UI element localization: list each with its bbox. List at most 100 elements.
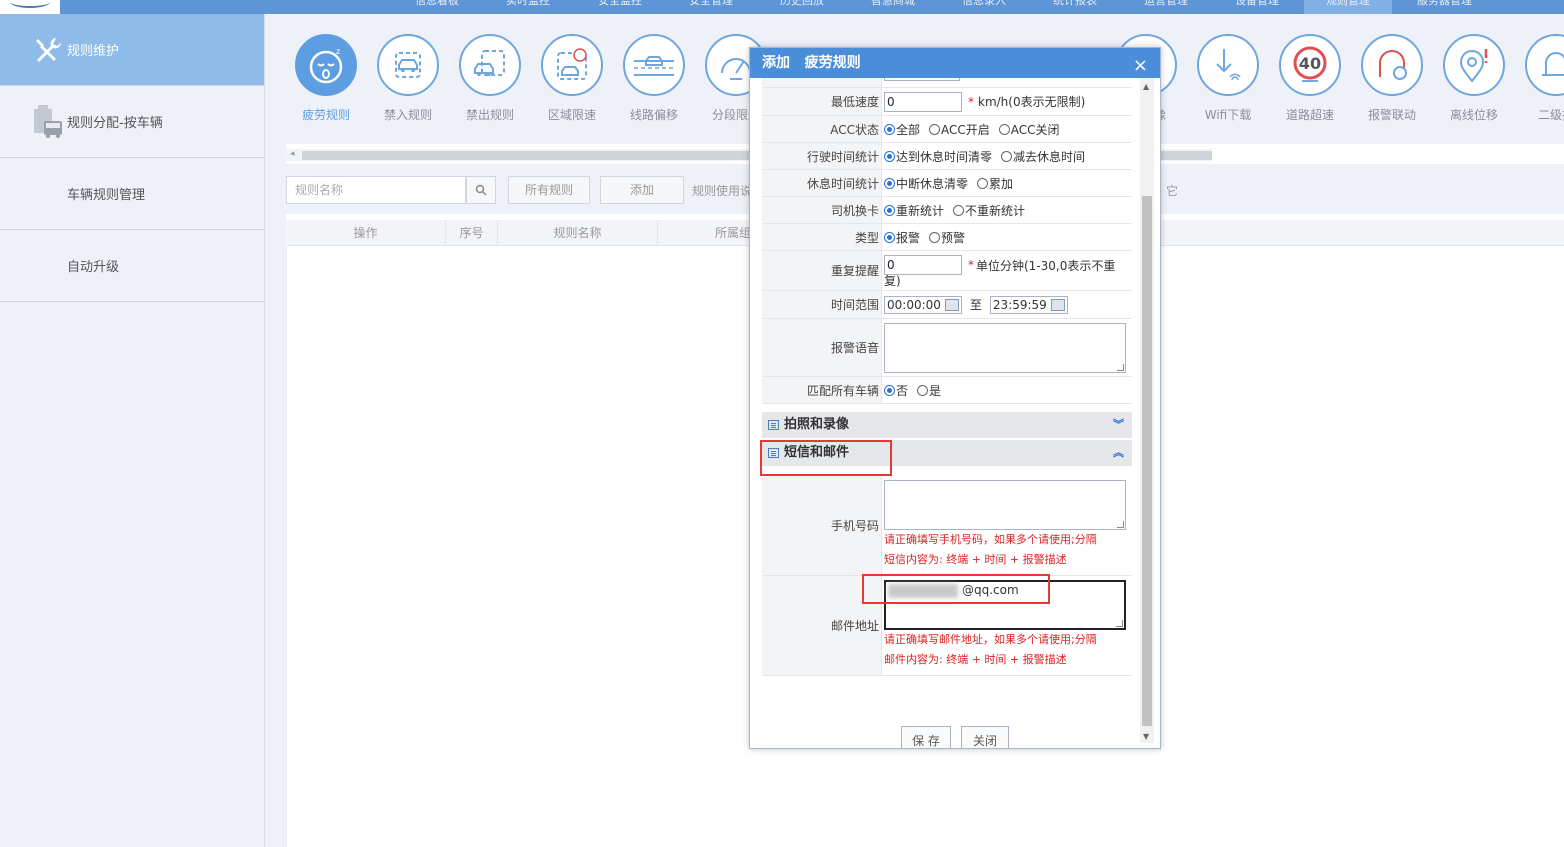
acc-off-radio[interactable]: ACC关闭 bbox=[998, 121, 1060, 138]
nav-item[interactable]: 历史回放 bbox=[780, 0, 824, 8]
nav-item[interactable]: 设备管理 bbox=[1235, 0, 1279, 8]
resize-grip-icon[interactable] bbox=[1116, 620, 1123, 627]
scroll-left-icon[interactable]: ◂ bbox=[290, 149, 295, 159]
add-button[interactable]: 添加 bbox=[600, 176, 684, 204]
scroll-thumb[interactable] bbox=[1142, 196, 1152, 726]
nav-item[interactable]: 安全监控 bbox=[598, 0, 642, 8]
driver-card-label: 司机换卡 bbox=[762, 197, 882, 223]
radio[interactable] bbox=[977, 177, 989, 189]
match-all-no-radio[interactable]: 否 bbox=[884, 382, 908, 399]
dialog-title-bar: 添加 疲劳规则 × bbox=[750, 48, 1160, 78]
tool-area-speed-limit[interactable]: 区域限速 bbox=[537, 34, 607, 123]
nav-item[interactable]: 智慧商城 bbox=[871, 0, 915, 8]
radio[interactable] bbox=[953, 204, 965, 216]
repeat-reminder-hint-cont: 复) bbox=[884, 274, 901, 288]
save-button[interactable]: 保 存 bbox=[901, 726, 951, 748]
search-button[interactable] bbox=[466, 176, 496, 204]
radio[interactable] bbox=[929, 123, 941, 135]
radio[interactable] bbox=[917, 384, 929, 396]
acc-on-radio[interactable]: ACC开启 bbox=[929, 121, 990, 138]
radio-label: ACC关闭 bbox=[1010, 122, 1060, 137]
radio[interactable] bbox=[1001, 150, 1013, 162]
scroll-up-icon[interactable]: ▲ bbox=[1143, 82, 1149, 91]
card-no-recount-radio[interactable]: 不重新统计 bbox=[953, 202, 1025, 219]
tool-fatigue-rule[interactable]: z 疲劳规则 bbox=[291, 34, 361, 123]
drive-stat-reset-radio[interactable]: 达到休息时间清零 bbox=[884, 148, 992, 165]
nav-item[interactable]: 信息看板 bbox=[415, 0, 459, 8]
radio-checked[interactable] bbox=[884, 231, 895, 243]
close-icon[interactable]: × bbox=[1133, 51, 1148, 81]
nav-item[interactable]: 信息录入 bbox=[962, 0, 1006, 8]
calendar-icon[interactable] bbox=[944, 298, 959, 311]
expand-chevron-icon[interactable]: ︾ bbox=[1113, 412, 1124, 438]
rule-usage-link[interactable]: 规则使用说 bbox=[692, 182, 752, 199]
min-speed-input[interactable]: 0 bbox=[884, 91, 962, 112]
repeat-reminder-input[interactable]: 0 bbox=[884, 255, 962, 275]
resize-grip-icon[interactable] bbox=[1117, 521, 1124, 528]
form-row-alarm-voice: 报警语音 bbox=[762, 319, 1132, 377]
resize-grip-icon[interactable] bbox=[1117, 363, 1124, 371]
radio-label: 累加 bbox=[989, 176, 1014, 191]
form-row-rest-time-stat: 休息时间统计 中断休息清零 累加 bbox=[762, 170, 1132, 197]
radio-checked[interactable] bbox=[884, 123, 895, 135]
sidebar-item-auto-upgrade[interactable]: 自动升级 bbox=[0, 230, 264, 302]
sidebar-item-vehicle-rule-management[interactable]: 车辆规则管理 bbox=[0, 158, 264, 230]
end-time-input[interactable]: 23:59:59 bbox=[989, 295, 1068, 314]
email-content-hint: 邮件内容为: 终端 + 时间 + 报警描述 bbox=[884, 653, 1067, 666]
radio-checked[interactable] bbox=[884, 177, 895, 189]
bus-document-icon bbox=[34, 104, 62, 138]
end-time-value: 23:59:59 bbox=[992, 297, 1047, 312]
radio-checked[interactable] bbox=[884, 384, 895, 396]
tool-no-exit-rule[interactable]: 禁出规则 bbox=[455, 34, 525, 123]
other-link[interactable]: 它 bbox=[1166, 182, 1178, 199]
section-photo-video[interactable]: 拍照和录像 ︾ bbox=[762, 412, 1132, 438]
nav-item-active[interactable]: 规则管理 bbox=[1326, 0, 1370, 8]
rest-stat-accumulate-radio[interactable]: 累加 bbox=[977, 175, 1013, 192]
radio[interactable] bbox=[998, 123, 1010, 135]
drive-stat-subtract-radio[interactable]: 减去休息时间 bbox=[1001, 148, 1085, 165]
rule-name-search-input[interactable]: 规则名称 bbox=[286, 176, 466, 204]
radio-label: 预警 bbox=[941, 230, 966, 245]
match-all-yes-radio[interactable]: 是 bbox=[917, 382, 941, 399]
calendar-icon[interactable] bbox=[1050, 298, 1065, 311]
tool-wifi-download[interactable]: Wifi下载 bbox=[1193, 34, 1263, 123]
sidebar-item-rule-maintenance[interactable]: 规则维护 bbox=[0, 14, 264, 86]
nav-item[interactable]: 实时监控 bbox=[506, 0, 550, 8]
start-time-input[interactable]: 00:00:00 bbox=[884, 295, 962, 314]
type-label: 类型 bbox=[762, 224, 882, 250]
dialog-body: 最低速度 0 * km/h(0表示无限制) ACC状态 全部 ACC开启 ACC… bbox=[750, 78, 1140, 748]
all-rules-select[interactable]: 所有规则 bbox=[508, 176, 590, 204]
alarm-voice-textarea[interactable] bbox=[884, 322, 1126, 373]
acc-all-radio[interactable]: 全部 bbox=[884, 121, 920, 138]
tool-level2-alarm[interactable]: 二级报 bbox=[1521, 34, 1564, 123]
card-recount-radio[interactable]: 重新统计 bbox=[884, 202, 944, 219]
tool-route-offset[interactable]: 线路偏移 bbox=[619, 34, 689, 123]
scroll-down-icon[interactable]: ▼ bbox=[1143, 732, 1149, 741]
nav-item[interactable]: 安全管理 bbox=[689, 0, 733, 8]
rest-stat-reset-radio[interactable]: 中断休息清零 bbox=[884, 175, 968, 192]
phone-textarea[interactable] bbox=[884, 480, 1126, 530]
type-warning-radio[interactable]: 预警 bbox=[929, 229, 965, 246]
dialog-button-row: 保 存 关闭 bbox=[750, 726, 1140, 748]
tool-alarm-link[interactable]: 报警联动 bbox=[1357, 34, 1427, 123]
collapse-chevron-icon[interactable]: ︽ bbox=[1113, 440, 1124, 466]
radio[interactable] bbox=[929, 231, 941, 243]
nav-item[interactable]: 统计报表 bbox=[1053, 0, 1097, 8]
nav-item[interactable]: 服务器管理 bbox=[1417, 0, 1472, 8]
dialog-vertical-scrollbar[interactable]: ▲ ▼ bbox=[1140, 78, 1154, 743]
close-button[interactable]: 关闭 bbox=[961, 726, 1009, 748]
tool-road-overspeed[interactable]: 40 道路超速 bbox=[1275, 34, 1345, 123]
radio-checked[interactable] bbox=[884, 204, 895, 216]
tool-offline-displacement[interactable]: 离线位移 bbox=[1439, 34, 1509, 123]
type-alarm-radio[interactable]: 报警 bbox=[884, 229, 920, 246]
radio-checked[interactable] bbox=[884, 150, 895, 162]
nav-item[interactable]: 运营管理 bbox=[1144, 0, 1188, 8]
tool-label: Wifi下载 bbox=[1204, 108, 1252, 122]
radio-label: 全部 bbox=[896, 122, 921, 137]
radio-label: 中断休息清零 bbox=[896, 176, 969, 191]
sidebar-item-rule-assign-by-vehicle[interactable]: 规则分配-按车辆 bbox=[0, 86, 264, 158]
row-value: 达到休息时间清零 减去休息时间 bbox=[884, 143, 1132, 169]
required-mark: * bbox=[968, 94, 974, 109]
partial-input[interactable] bbox=[884, 78, 960, 81]
tool-no-entry-rule[interactable]: 禁入规则 bbox=[373, 34, 443, 123]
